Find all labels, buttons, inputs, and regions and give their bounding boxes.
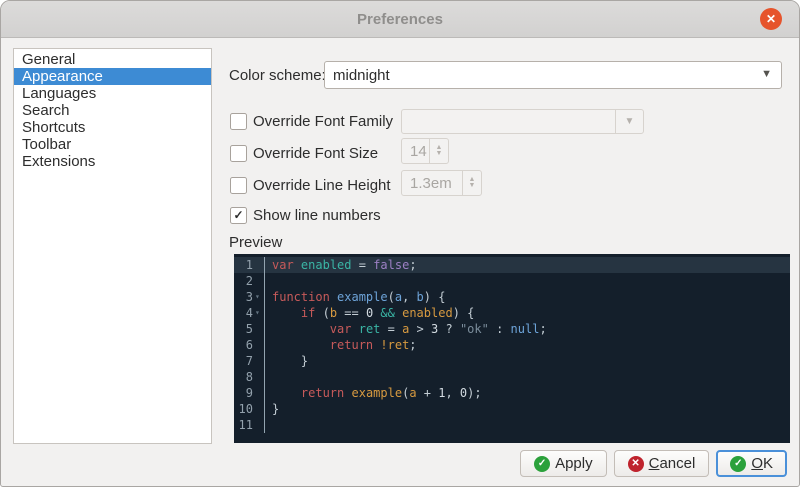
code-line: 7 }: [234, 353, 790, 369]
sidebar-item-general[interactable]: General: [14, 51, 211, 68]
override-line-height-label: Override Line Height: [253, 177, 391, 194]
code-text: var enabled = false;: [265, 257, 417, 273]
check-circle-icon: ✓: [534, 456, 550, 472]
line-number-gutter: 6: [234, 337, 265, 353]
code-line: 3▾function example(a, b) {: [234, 289, 790, 305]
cancel-button[interactable]: ✕ Cancel: [614, 450, 710, 477]
code-text: var ret = a > 3 ? "ok" : null;: [265, 321, 547, 337]
override-font-size-label: Override Font Size: [253, 145, 378, 162]
override-font-family-label: Override Font Family: [253, 113, 393, 130]
line-number-gutter: 3▾: [234, 289, 265, 305]
code-text: function example(a, b) {: [265, 289, 445, 305]
sidebar-item-extensions[interactable]: Extensions: [14, 153, 211, 170]
show-line-numbers-checkbox[interactable]: ✓: [230, 207, 247, 224]
fold-arrow-icon[interactable]: ▾: [255, 289, 264, 305]
preview-label: Preview: [229, 234, 282, 251]
chevron-down-icon: ▼: [615, 110, 643, 133]
code-text: [265, 417, 272, 433]
override-font-family-checkbox[interactable]: [230, 113, 247, 130]
dialog-footer: ✓ Apply ✕ Cancel ✓ OK: [520, 450, 787, 477]
code-line: 4▾ if (b == 0 && enabled) {: [234, 305, 790, 321]
line-number-gutter: 9: [234, 385, 265, 401]
sidebar-item-appearance[interactable]: Appearance: [14, 68, 211, 85]
color-scheme-value: midnight: [333, 67, 390, 84]
chevron-down-icon: ▼: [761, 68, 772, 80]
color-scheme-label: Color scheme:: [229, 67, 326, 84]
code-line: 11: [234, 417, 790, 433]
code-line: 10}: [234, 401, 790, 417]
code-preview: 1var enabled = false;23▾function example…: [234, 254, 790, 443]
line-number-gutter: 4▾: [234, 305, 265, 321]
line-number-gutter: 10: [234, 401, 265, 417]
show-line-numbers-label: Show line numbers: [253, 207, 381, 224]
code-text: return !ret;: [265, 337, 417, 353]
code-text: return example(a + 1, 0);: [265, 385, 482, 401]
cross-circle-icon: ✕: [628, 456, 644, 472]
override-font-size-checkbox[interactable]: [230, 145, 247, 162]
spinner-arrows-icon: ▲▼: [429, 139, 448, 163]
font-size-value: 14: [402, 143, 429, 160]
line-height-spinner: 1.3em ▲▼: [401, 170, 482, 196]
ok-button[interactable]: ✓ OK: [716, 450, 787, 477]
font-family-select: ▼: [401, 109, 644, 134]
code-line: 8: [234, 369, 790, 385]
code-text: if (b == 0 && enabled) {: [265, 305, 474, 321]
line-number-gutter: 11: [234, 417, 265, 433]
apply-button[interactable]: ✓ Apply: [520, 450, 607, 477]
code-text: [265, 273, 272, 289]
fold-arrow-icon[interactable]: ▾: [255, 305, 264, 321]
code-line: 5 var ret = a > 3 ? "ok" : null;: [234, 321, 790, 337]
ok-button-label: OK: [751, 455, 773, 472]
code-text: }: [265, 401, 279, 417]
code-line: 9 return example(a + 1, 0);: [234, 385, 790, 401]
code-text: }: [265, 353, 308, 369]
code-text: [265, 369, 272, 385]
preferences-dialog: Preferences ✕ GeneralAppearanceLanguages…: [0, 0, 800, 487]
window-title: Preferences: [357, 11, 443, 28]
code-line: 1var enabled = false;: [234, 257, 790, 273]
check-circle-icon: ✓: [730, 456, 746, 472]
close-icon[interactable]: ✕: [760, 8, 782, 30]
sidebar-item-toolbar[interactable]: Toolbar: [14, 136, 211, 153]
sidebar-list: GeneralAppearanceLanguagesSearchShortcut…: [13, 48, 212, 444]
sidebar-item-search[interactable]: Search: [14, 102, 211, 119]
apply-button-label: Apply: [555, 455, 593, 472]
font-size-spinner: 14 ▲▼: [401, 138, 449, 164]
spinner-arrows-icon: ▲▼: [462, 171, 481, 195]
color-scheme-select[interactable]: midnight ▼: [324, 61, 782, 89]
override-line-height-checkbox[interactable]: [230, 177, 247, 194]
line-number-gutter: 2: [234, 273, 265, 289]
sidebar-item-shortcuts[interactable]: Shortcuts: [14, 119, 211, 136]
sidebar-item-languages[interactable]: Languages: [14, 85, 211, 102]
line-number-gutter: 7: [234, 353, 265, 369]
line-number-gutter: 5: [234, 321, 265, 337]
line-height-value: 1.3em: [402, 175, 462, 192]
code-line: 2: [234, 273, 790, 289]
cancel-button-label: Cancel: [649, 455, 696, 472]
code-line: 6 return !ret;: [234, 337, 790, 353]
line-number-gutter: 1: [234, 257, 265, 273]
titlebar[interactable]: Preferences ✕: [1, 1, 799, 38]
line-number-gutter: 8: [234, 369, 265, 385]
